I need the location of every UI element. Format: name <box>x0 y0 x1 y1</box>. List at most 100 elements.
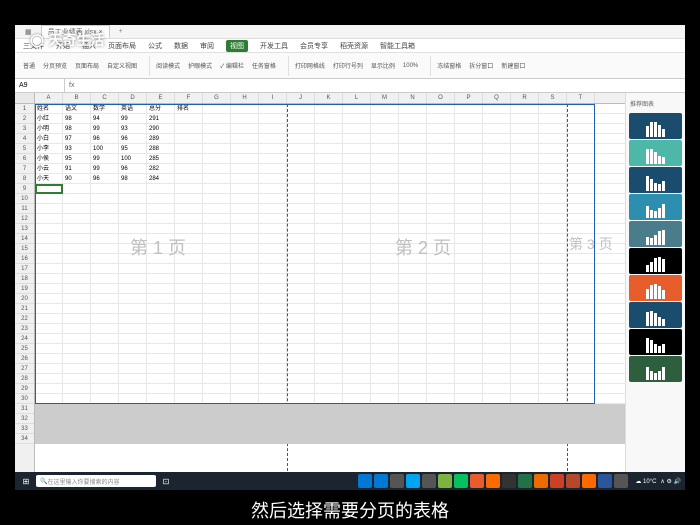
cell[interactable] <box>119 384 147 393</box>
cell[interactable] <box>35 184 63 193</box>
cell[interactable] <box>455 104 483 113</box>
cell[interactable] <box>315 364 343 373</box>
cell[interactable] <box>287 244 315 253</box>
cell[interactable] <box>259 104 287 113</box>
col-header-H[interactable]: H <box>231 93 259 103</box>
cell[interactable] <box>371 164 399 173</box>
cell[interactable] <box>287 214 315 223</box>
cell[interactable] <box>259 374 287 383</box>
table-row[interactable] <box>35 304 625 314</box>
cell[interactable] <box>203 274 231 283</box>
cell[interactable] <box>315 314 343 323</box>
cell[interactable] <box>427 294 455 303</box>
cell[interactable] <box>91 234 119 243</box>
cell[interactable] <box>455 144 483 153</box>
cell[interactable] <box>147 294 175 303</box>
name-box[interactable]: A9 <box>15 79 65 92</box>
cell[interactable] <box>287 114 315 123</box>
cell[interactable] <box>287 154 315 163</box>
cell[interactable]: 99 <box>91 154 119 163</box>
table-row[interactable] <box>35 394 625 404</box>
cell[interactable] <box>147 284 175 293</box>
cell[interactable] <box>511 104 539 113</box>
cell[interactable] <box>455 114 483 123</box>
cell[interactable] <box>175 264 203 273</box>
cell[interactable] <box>427 354 455 363</box>
cell[interactable] <box>63 374 91 383</box>
cell[interactable] <box>119 294 147 303</box>
cell[interactable] <box>63 334 91 343</box>
taskbar-app-13[interactable] <box>566 474 580 488</box>
cell[interactable] <box>371 304 399 313</box>
cell[interactable] <box>567 154 595 163</box>
cell[interactable] <box>231 374 259 383</box>
cell[interactable] <box>63 394 91 403</box>
taskbar-app-14[interactable] <box>582 474 596 488</box>
cell[interactable] <box>455 214 483 223</box>
cell[interactable] <box>203 204 231 213</box>
cell[interactable] <box>455 134 483 143</box>
cell[interactable] <box>315 324 343 333</box>
cell[interactable] <box>203 134 231 143</box>
cell[interactable] <box>511 394 539 403</box>
cell[interactable]: 小白 <box>35 134 63 143</box>
cell[interactable] <box>539 284 567 293</box>
cell[interactable] <box>483 154 511 163</box>
ribbon-13[interactable]: 拆分窗口 <box>467 60 495 71</box>
row-header-22[interactable]: 22 <box>15 314 34 324</box>
cell[interactable] <box>175 124 203 133</box>
cell[interactable] <box>35 374 63 383</box>
cell[interactable]: 96 <box>91 174 119 183</box>
cell[interactable] <box>399 154 427 163</box>
cell[interactable] <box>35 394 63 403</box>
cell[interactable] <box>63 344 91 353</box>
cell[interactable] <box>287 384 315 393</box>
ribbon-3[interactable]: 自定义视图 <box>105 60 139 71</box>
cell[interactable] <box>259 244 287 253</box>
cell[interactable] <box>175 374 203 383</box>
cell[interactable] <box>483 324 511 333</box>
cell[interactable] <box>483 284 511 293</box>
cell[interactable] <box>91 214 119 223</box>
cell[interactable] <box>483 384 511 393</box>
cell[interactable] <box>371 184 399 193</box>
col-header-A[interactable]: A <box>35 93 63 103</box>
cell[interactable] <box>483 144 511 153</box>
cell[interactable] <box>203 284 231 293</box>
cell[interactable] <box>203 334 231 343</box>
system-tray[interactable]: ☁ 10°C ∧ ⚙ 🔊 <box>635 478 681 485</box>
cell[interactable] <box>399 214 427 223</box>
taskbar-app-5[interactable] <box>438 474 452 488</box>
select-all-corner[interactable] <box>15 93 35 103</box>
cell[interactable] <box>455 314 483 323</box>
cell[interactable]: 285 <box>147 154 175 163</box>
cell[interactable] <box>259 154 287 163</box>
cell[interactable] <box>315 294 343 303</box>
cell[interactable] <box>399 304 427 313</box>
row-header-24[interactable]: 24 <box>15 334 34 344</box>
cell[interactable] <box>119 374 147 383</box>
cell[interactable] <box>567 114 595 123</box>
cell[interactable] <box>539 384 567 393</box>
cell[interactable] <box>175 194 203 203</box>
cell[interactable] <box>231 344 259 353</box>
cell[interactable] <box>203 394 231 403</box>
cell[interactable]: 排名 <box>175 104 203 113</box>
cell[interactable] <box>567 394 595 403</box>
menu-智能工具箱[interactable]: 智能工具箱 <box>380 41 415 51</box>
cell[interactable] <box>539 354 567 363</box>
cell[interactable] <box>399 144 427 153</box>
cell[interactable] <box>427 334 455 343</box>
cell[interactable]: 289 <box>147 134 175 143</box>
cell[interactable] <box>511 264 539 273</box>
cell[interactable] <box>567 284 595 293</box>
cell[interactable] <box>91 254 119 263</box>
cell[interactable] <box>91 354 119 363</box>
cell[interactable] <box>483 194 511 203</box>
cell[interactable] <box>119 184 147 193</box>
cell[interactable] <box>315 154 343 163</box>
cell[interactable] <box>91 264 119 273</box>
cell[interactable] <box>427 394 455 403</box>
cell[interactable] <box>203 344 231 353</box>
cell[interactable] <box>399 294 427 303</box>
